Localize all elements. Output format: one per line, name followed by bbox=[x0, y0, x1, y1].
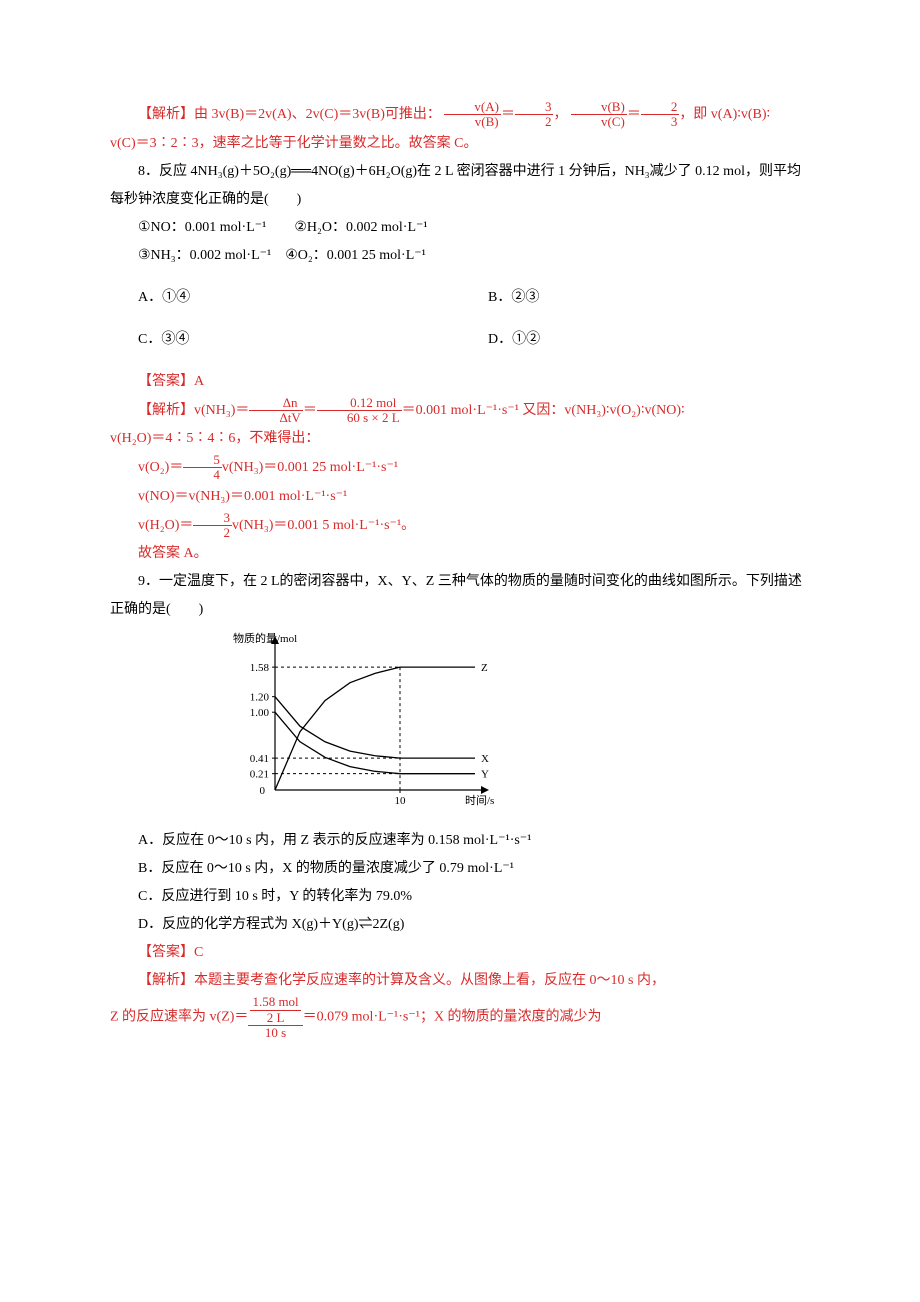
chart-svg: 物质的量/mol 时间/s 0 0.21 0.41 1.00 1.20 1.58 10 Z XY bbox=[220, 630, 520, 810]
fraction: 0.12 mol60 s × 2 L bbox=[317, 396, 402, 426]
q8-conclusion: 故答案 A。 bbox=[110, 540, 810, 568]
fraction: v(A)v(B) bbox=[444, 100, 501, 130]
q9-analysis-l2: Z 的反应速率为 v(Z)＝ 1.58 mol2 L 10 s ＝0.079 m… bbox=[110, 995, 810, 1040]
svg-text:物质的量/mol: 物质的量/mol bbox=[233, 631, 297, 645]
svg-text:1.58: 1.58 bbox=[250, 662, 270, 674]
q9-option-d: D．反应的化学方程式为 X(g)＋Y(g)⇌2Z(g) bbox=[110, 911, 810, 939]
fraction: ΔnΔtV bbox=[249, 396, 302, 426]
q7-analysis-line2: v(C)＝3∶2∶3，速率之比等于化学计量数之比。故答案 C。 bbox=[110, 130, 810, 158]
q9-stem: 9．一定温度下，在 2 L的密闭容器中，X、Y、Z 三种气体的物质的量随时间变化… bbox=[110, 568, 810, 624]
text: 由 3v(B)＝2v(A)、2v(C)＝3v(B)可推出： bbox=[194, 107, 441, 122]
svg-text:0: 0 bbox=[260, 785, 266, 797]
answer-value: A bbox=[194, 374, 204, 389]
nested-fraction: 1.58 mol2 L 10 s bbox=[248, 995, 302, 1040]
answer-value: C bbox=[194, 945, 203, 960]
svg-text:时间/s: 时间/s bbox=[465, 794, 494, 807]
q7-analysis: 【解析】由 3v(B)＝2v(A)、2v(C)＝3v(B)可推出： v(A)v(… bbox=[110, 100, 810, 130]
q8-option-d: D．①② bbox=[460, 326, 810, 354]
q8-derive-1: v(O₂)＝54v(NH₃)＝0.001 25 mol·L⁻¹·s⁻¹ bbox=[110, 453, 810, 483]
q8-stem: 8．反应 4NH₃(g)＋5O₂(g)══4NO(g)＋6H₂O(g)在 2 L… bbox=[110, 158, 810, 214]
svg-text:0.41: 0.41 bbox=[250, 753, 269, 765]
q9-answer: 【答案】C bbox=[110, 939, 810, 967]
answer-label: 【答案】 bbox=[138, 945, 194, 960]
fraction: 32 bbox=[515, 100, 554, 130]
q8-multi1: ①NO：0.001 mol·L⁻¹ ②H₂O：0.002 mol·L⁻¹ bbox=[110, 214, 810, 242]
q9-option-a: A．反应在 0～10 s 内，用 Z 表示的反应速率为 0.158 mol·L⁻… bbox=[110, 827, 810, 855]
q8-multi2: ③NH₃：0.002 mol·L⁻¹ ④O₂：0.001 25 mol·L⁻¹ bbox=[110, 242, 810, 270]
svg-text:Z: Z bbox=[481, 662, 488, 674]
q8-derive-3: v(H₂O)＝32v(NH₃)＝0.001 5 mol·L⁻¹·s⁻¹。 bbox=[110, 511, 810, 541]
svg-text:1.20: 1.20 bbox=[250, 692, 270, 704]
analysis-label: 【解析】 bbox=[138, 107, 194, 122]
svg-text:Y: Y bbox=[481, 769, 489, 781]
q8-option-c: C．③④ bbox=[110, 326, 460, 354]
q8-analysis-l1: 【解析】v(NH₃)＝ΔnΔtV＝0.12 mol60 s × 2 L＝0.00… bbox=[110, 396, 810, 426]
svg-text:10: 10 bbox=[395, 795, 407, 807]
fraction: 32 bbox=[193, 511, 232, 541]
fraction: v(B)v(C) bbox=[571, 100, 627, 130]
q9-chart: 物质的量/mol 时间/s 0 0.21 0.41 1.00 1.20 1.58 10 Z XY bbox=[220, 630, 810, 821]
q9-option-b: B．反应在 0～10 s 内，X 的物质的量浓度减少了 0.79 mol·L⁻¹ bbox=[110, 855, 810, 883]
q8-answer: 【答案】A bbox=[110, 368, 810, 396]
answer-label: 【答案】 bbox=[138, 374, 194, 389]
svg-text:1.00: 1.00 bbox=[250, 708, 270, 720]
fraction: 23 bbox=[641, 100, 680, 130]
fraction: 54 bbox=[183, 453, 222, 483]
q8-option-b: B．②③ bbox=[460, 284, 810, 312]
svg-text:0.21: 0.21 bbox=[250, 769, 269, 781]
svg-text:X: X bbox=[481, 753, 489, 765]
q9-option-c: C．反应进行到 10 s 时，Y 的转化率为 79.0% bbox=[110, 883, 810, 911]
q8-options: A．①④ C．③④ B．②③ D．①② bbox=[110, 270, 810, 368]
analysis-label: 【解析】 bbox=[138, 973, 194, 988]
q8-analysis-l2: v(H₂O)＝4∶5∶4∶6，不难得出： bbox=[110, 425, 810, 453]
q8-derive-2: v(NO)＝v(NH₃)＝0.001 mol·L⁻¹·s⁻¹ bbox=[110, 483, 810, 511]
analysis-label: 【解析】 bbox=[138, 403, 194, 418]
q9-analysis-l1: 【解析】本题主要考查化学反应速率的计算及含义。从图像上看，反应在 0～10 s … bbox=[110, 967, 810, 995]
q8-option-a: A．①④ bbox=[110, 284, 460, 312]
